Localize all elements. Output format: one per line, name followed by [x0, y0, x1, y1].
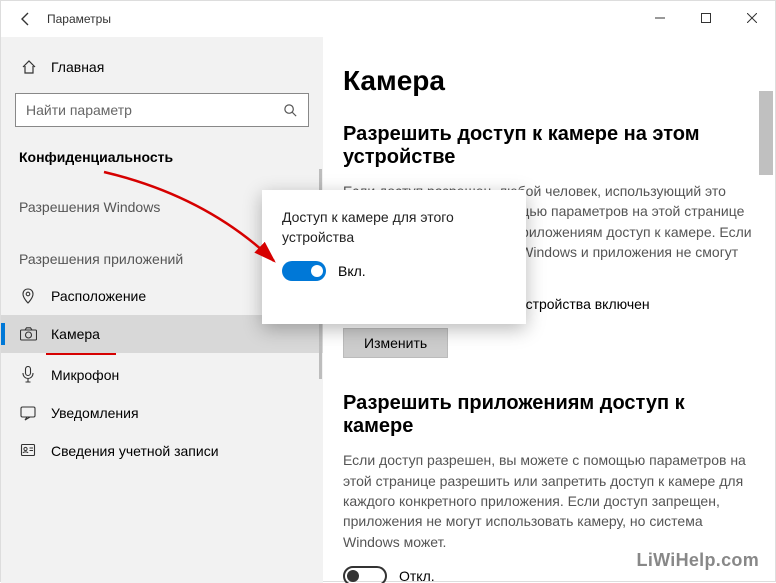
toggle-track: [343, 566, 387, 583]
camera-access-popup: Доступ к камере для этого устройства Вкл…: [262, 190, 526, 324]
sidebar-item-account-info[interactable]: Сведения учетной записи: [1, 432, 323, 470]
toggle-label: Вкл.: [338, 263, 366, 279]
search-input[interactable]: Найти параметр: [15, 93, 309, 127]
content-scrollbar[interactable]: [759, 91, 773, 175]
window-title: Параметры: [47, 12, 111, 26]
maximize-button[interactable]: [683, 1, 729, 35]
close-button[interactable]: [729, 1, 775, 35]
account-icon: [19, 443, 37, 459]
page-title: Камера: [343, 65, 755, 97]
home-icon: [21, 59, 37, 75]
toggle-track: [282, 261, 326, 281]
location-icon: [19, 288, 37, 304]
toggle-label: Откл.: [399, 568, 435, 583]
toggle-thumb: [311, 265, 323, 277]
camera-icon: [19, 327, 37, 341]
watermark: LiWiHelp.com: [637, 550, 759, 571]
device-camera-toggle[interactable]: Вкл.: [282, 261, 506, 281]
sidebar-item-label: Камера: [51, 326, 100, 342]
sidebar-item-microphone[interactable]: Микрофон: [1, 355, 323, 394]
section1-title: Разрешить доступ к камере на этом устрой…: [343, 123, 755, 169]
back-button[interactable]: [11, 4, 41, 34]
sidebar-item-label: Микрофон: [51, 367, 119, 383]
microphone-icon: [19, 366, 37, 383]
section2-desc: Если доступ разрешен, вы можете с помощь…: [343, 450, 755, 551]
sidebar-item-label: Сведения учетной записи: [51, 443, 219, 459]
sidebar-item-notifications[interactable]: Уведомления: [1, 394, 323, 432]
category-title: Конфиденциальность: [1, 141, 323, 173]
search-icon: [283, 103, 298, 118]
section2-title: Разрешить приложениям доступ к камере: [343, 392, 755, 438]
toggle-thumb: [347, 570, 359, 582]
notifications-icon: [19, 405, 37, 421]
search-placeholder: Найти параметр: [26, 102, 132, 118]
sidebar-item-label: Уведомления: [51, 405, 139, 421]
change-button[interactable]: Изменить: [343, 328, 448, 358]
popup-title: Доступ к камере для этого устройства: [282, 208, 506, 247]
sidebar-item-label: Расположение: [51, 288, 146, 304]
nav-home[interactable]: Главная: [1, 49, 323, 85]
nav-home-label: Главная: [51, 59, 104, 75]
titlebar: Параметры: [1, 1, 775, 37]
minimize-button[interactable]: [637, 1, 683, 35]
